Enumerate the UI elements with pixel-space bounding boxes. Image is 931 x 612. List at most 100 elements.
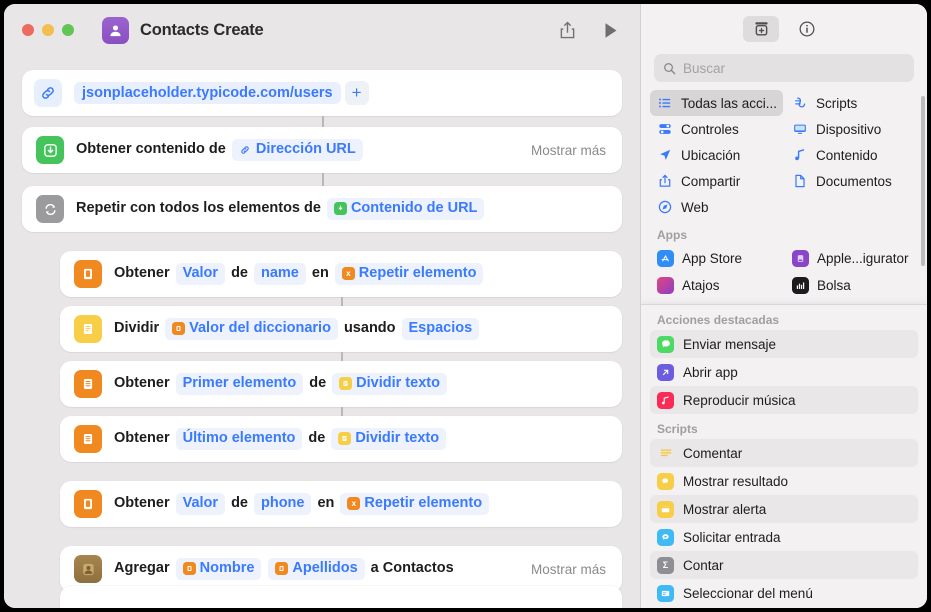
link-icon xyxy=(34,79,62,107)
token-apellidos[interactable]: Apellidos xyxy=(268,558,365,580)
token-valor[interactable]: Valor xyxy=(175,263,226,285)
action-library-icon[interactable] xyxy=(743,16,779,42)
list-item-seleccionar-del-menu[interactable]: Seleccionar del menú xyxy=(650,579,918,607)
action-card-last-item[interactable]: Obtener Último elemento de Dividir texto xyxy=(60,416,622,462)
action-word: de xyxy=(231,265,248,282)
apps-section-header: Apps xyxy=(657,228,687,242)
list-item-mostrar-alerta[interactable]: Mostrar alerta xyxy=(650,495,918,523)
share-icon[interactable] xyxy=(559,21,576,40)
url-action-card[interactable]: jsonplaceholder.typicode.com/users + xyxy=(22,70,622,116)
shortcut-editor-pane: Contacts Create jsonplaceholder.typicode… xyxy=(4,4,640,608)
token-espacios[interactable]: Espacios xyxy=(401,318,480,340)
list-item-label: Bolsa xyxy=(817,278,851,293)
search-input[interactable]: Buscar xyxy=(654,54,914,82)
token-nombre[interactable]: Nombre xyxy=(175,558,262,580)
play-icon[interactable] xyxy=(604,22,618,39)
show-result-icon xyxy=(657,472,674,490)
sidebar-item-contenido[interactable]: Contenido xyxy=(785,142,918,168)
token-label: Contenido de URL xyxy=(350,200,478,217)
connector-2 xyxy=(22,173,622,186)
token-primer-elemento[interactable]: Primer elemento xyxy=(175,373,304,395)
minimize-button[interactable] xyxy=(42,24,54,36)
sidebar-item-ubicacion[interactable]: Ubicación xyxy=(650,142,783,168)
sidebar-scrollbar[interactable] xyxy=(921,96,925,266)
sidebar-item-controles[interactable]: Controles xyxy=(650,116,783,142)
token-valor-diccionario[interactable]: Valor del diccionario xyxy=(165,318,338,340)
dictionary-badge-icon xyxy=(275,562,289,576)
dictionary-icon xyxy=(74,260,102,288)
sidebar-item-dispositivo[interactable]: Dispositivo xyxy=(785,116,918,142)
choose-menu-icon xyxy=(657,584,674,602)
list-item-label: Mostrar resultado xyxy=(683,473,789,489)
action-card-split[interactable]: Dividir Valor del diccionario usando Esp… xyxy=(60,306,622,352)
action-card-get-contents[interactable]: Obtener contenido de Dirección URL Mostr… xyxy=(22,127,622,173)
action-text: Obtener Valor de phone en x Repetir elem… xyxy=(114,493,490,515)
token-dividir-texto[interactable]: Dividir texto xyxy=(332,373,447,395)
info-circle-icon[interactable] xyxy=(789,16,825,42)
apple-configurator-icon xyxy=(792,250,809,267)
action-card-get-value-phone[interactable]: Obtener Valor de phone en x Repetir elem… xyxy=(60,481,622,527)
token-name[interactable]: name xyxy=(253,263,306,285)
action-word: de xyxy=(231,495,248,512)
token-label: Apellidos xyxy=(292,560,358,577)
token-repetir-elemento[interactable]: x Repetir elemento xyxy=(334,263,484,285)
list-item-label: Contar xyxy=(683,557,724,573)
sidebar-item-web[interactable]: Web xyxy=(650,194,783,220)
sidebar-item-documentos[interactable]: Documentos xyxy=(785,168,918,194)
url-value[interactable]: jsonplaceholder.typicode.com/users xyxy=(74,82,341,104)
action-text: Agregar Nombre Apellidos a Contactos xyxy=(114,558,459,580)
token-repetir-elemento[interactable]: x Repetir elemento xyxy=(340,493,490,515)
sidebar-item-label: Todas las acci... xyxy=(681,95,778,111)
sidebar-item-scripts[interactable]: Scripts xyxy=(785,90,918,116)
sidebar-item-compartir[interactable]: Compartir xyxy=(650,168,783,194)
token-direccion-url[interactable]: Dirección URL xyxy=(231,139,363,161)
list-icon xyxy=(74,370,102,398)
token-contenido-url[interactable]: Contenido de URL xyxy=(326,198,485,220)
zoom-button[interactable] xyxy=(62,24,74,36)
list-item-label: Mostrar alerta xyxy=(683,501,767,517)
action-card-get-value-name[interactable]: Obtener Valor de name en x Repetir eleme… xyxy=(60,251,622,297)
list-item[interactable]: Apple...igurator xyxy=(785,245,918,272)
list-item-abrir-app[interactable]: Abrir app xyxy=(650,358,918,386)
next-action-card-partial[interactable] xyxy=(60,586,622,608)
action-library-sidebar: Buscar Todas las acci... Scripts Control… xyxy=(640,4,927,608)
action-card-first-item[interactable]: Obtener Primer elemento de Dividir texto xyxy=(60,361,622,407)
action-text: Obtener contenido de Dirección URL xyxy=(76,139,364,161)
list-item-comentar[interactable]: Comentar xyxy=(650,439,918,467)
list-item[interactable]: Bolsa xyxy=(785,272,918,299)
sidebar-item-label: Contenido xyxy=(816,147,878,163)
featured-section-header: Acciones destacadas xyxy=(657,313,780,327)
list-item[interactable]: Atajos xyxy=(650,272,783,299)
loop-spacer xyxy=(22,232,622,251)
list-item-label: Abrir app xyxy=(683,364,738,380)
token-valor[interactable]: Valor xyxy=(175,493,226,515)
add-url-button[interactable]: + xyxy=(344,81,369,105)
show-more-button[interactable]: Mostrar más xyxy=(519,143,606,158)
action-word: Obtener xyxy=(114,265,170,282)
traffic-lights xyxy=(22,24,74,36)
list-item-solicitar-entrada[interactable]: Solicitar entrada xyxy=(650,523,918,551)
scripts-icon xyxy=(792,96,808,110)
list-item-reproducir-musica[interactable]: Reproducir música xyxy=(650,386,918,414)
music-note-icon xyxy=(792,148,808,162)
sidebar-item-todas-las-acciones[interactable]: Todas las acci... xyxy=(650,90,783,116)
list-item-label: Apple...igurator xyxy=(817,251,909,266)
contacts-person-icon xyxy=(102,16,129,44)
list-item-contar[interactable]: Σ Contar xyxy=(650,551,918,579)
dictionary-badge-icon xyxy=(172,322,186,336)
list-item[interactable]: App Store xyxy=(650,245,783,272)
action-text: Obtener Último elemento de Dividir texto xyxy=(114,428,447,450)
token-ultimo-elemento[interactable]: Último elemento xyxy=(175,428,303,450)
dictionary-badge-icon xyxy=(182,562,196,576)
action-text: Dividir Valor del diccionario usando Esp… xyxy=(114,318,480,340)
list-item-label: Seleccionar del menú xyxy=(683,585,813,601)
list-item-mostrar-resultado[interactable]: Mostrar resultado xyxy=(650,467,918,495)
token-phone[interactable]: phone xyxy=(253,493,312,515)
action-card-repeat[interactable]: Repetir con todos los elementos de Conte… xyxy=(22,186,622,232)
close-button[interactable] xyxy=(22,24,34,36)
token-dividir-texto[interactable]: Dividir texto xyxy=(331,428,447,450)
sidebar-toolbar xyxy=(641,4,927,54)
share-up-icon xyxy=(657,174,673,188)
show-more-button[interactable]: Mostrar más xyxy=(519,562,606,577)
list-item-enviar-mensaje[interactable]: Enviar mensaje xyxy=(650,330,918,358)
